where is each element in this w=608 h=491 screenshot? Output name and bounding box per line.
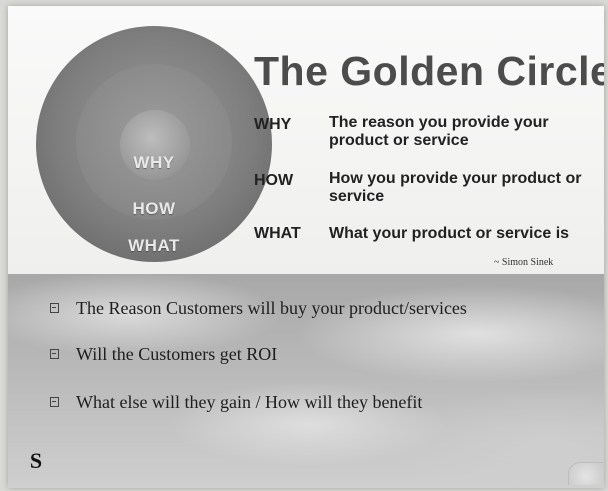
slide-title: The Golden Circle — [254, 48, 604, 94]
definition-text-what: What your product or service is — [329, 225, 570, 242]
page-corner-badge — [568, 462, 603, 485]
company-logo-icon: S — [22, 448, 52, 485]
circle-label-what: WHAT — [128, 236, 180, 255]
bullet-text: Will the Customers get ROI — [76, 344, 278, 364]
definition-term-why: WHY — [254, 116, 292, 133]
circle-label-why: WHY — [133, 153, 175, 172]
bullet-box-icon — [50, 349, 59, 359]
slide: WHY HOW WHAT The Golden Circle WHY The r… — [8, 6, 604, 488]
definition-text-how: How you provide your product or service — [329, 170, 582, 205]
circle-label-how: HOW — [132, 199, 176, 218]
logo-mark-icon: S — [29, 448, 43, 473]
bullet-box-icon — [50, 397, 59, 407]
bullet-box-icon — [50, 303, 59, 313]
definition-term-how: HOW — [254, 172, 294, 189]
definition-term-what: WHAT — [254, 225, 301, 242]
definition-text-why: The reason you provide your product or s… — [329, 114, 549, 149]
bullet-text: The Reason Customers will buy your produ… — [76, 298, 467, 318]
bullet-text: What else will they gain / How will they… — [76, 392, 423, 412]
attribution: ~ Simon Sinek — [494, 257, 554, 268]
golden-circle-diagram: WHY HOW WHAT — [36, 26, 272, 262]
